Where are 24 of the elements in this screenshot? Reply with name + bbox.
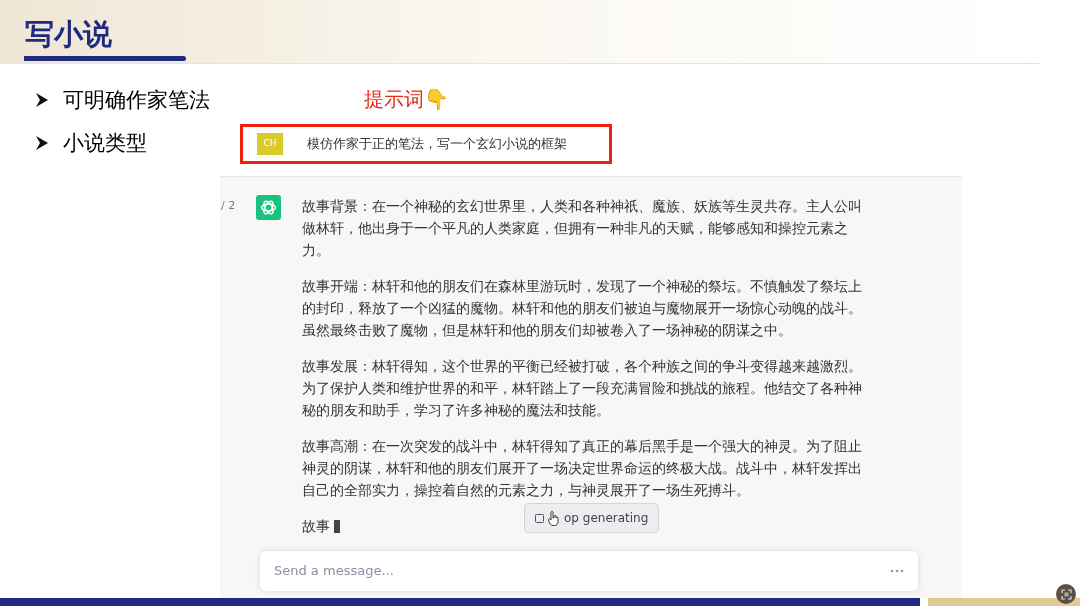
fullscreen-icon [1060,588,1072,600]
bullet-text: 小说类型 [63,130,147,157]
fullscreen-button[interactable] [1056,584,1076,604]
arrowhead-bullet-icon [35,135,49,151]
response-paragraph: 故事高潮：在一次突发的战斗中，林轩得知了真正的幕后黑手是一个强大的神灵。为了阻止神灵的阴谋，林轩和他的朋友们展开了一场决定世界命运的终极大战。战斗中，林轩发挥出自己的全部实力，操控着自然的元素之力，与神灵展开了一场生死搏斗。 [302,437,862,500]
response-paragraph: 故事 [302,517,330,536]
stop-square-icon [535,513,544,523]
typing-cursor-icon [334,519,340,533]
response-paragraph: 故事开端：林轩和他的朋友们在森林里游玩时，发现了一个神秘的祭坛。不慎触发了祭坛上的封印，释放了一个凶猛的魔物。林轩和他的朋友们被迫与魔物展开一场惊心动魄的战斗。虽然最终击败了魔物，但是林轩和他的朋友们却被卷入了一场神秘的阴谋之中。 [302,277,862,340]
bullet-text: 可明确作家笔法 [63,87,210,114]
response-paragraph: 故事背景：在一个神秘的玄幻世界里，人类和各种神祇、魔族、妖族等生灵共存。主人公叫做林轩，他出身于一个平凡的人类家庭，但拥有一种非凡的天赋，能够感知和操控元素之力。 [302,197,862,260]
user-avatar: CH [257,133,283,155]
hand-pointer-icon [548,510,560,526]
pager-text: / 2 [220,198,237,214]
assistant-logo-icon [256,195,281,220]
arrowhead-bullet-icon [35,92,49,108]
message-input[interactable]: Send a message... [260,551,918,591]
message-field[interactable]: Send a message... [274,561,794,581]
slide-title: 写小说 [25,16,113,53]
stop-generating-button[interactable]: op generating [524,503,660,533]
annotation-label: 提示词👇 [364,86,450,113]
response-paragraph: 故事发展：林轩得知，这个世界的平衡已经被打破，各个种族之间的争斗变得越来越激烈。为了保护人类和维护世界的和平，林轩踏上了一段充满冒险和挑战的旅程。他结交了各种神秘的朋友和助手，学习了许多神秘的魔法和技能。 [302,357,862,420]
prompt-text: 模仿作家于正的笔法，写一个玄幻小说的框架 [307,135,567,154]
more-icon [890,569,904,573]
